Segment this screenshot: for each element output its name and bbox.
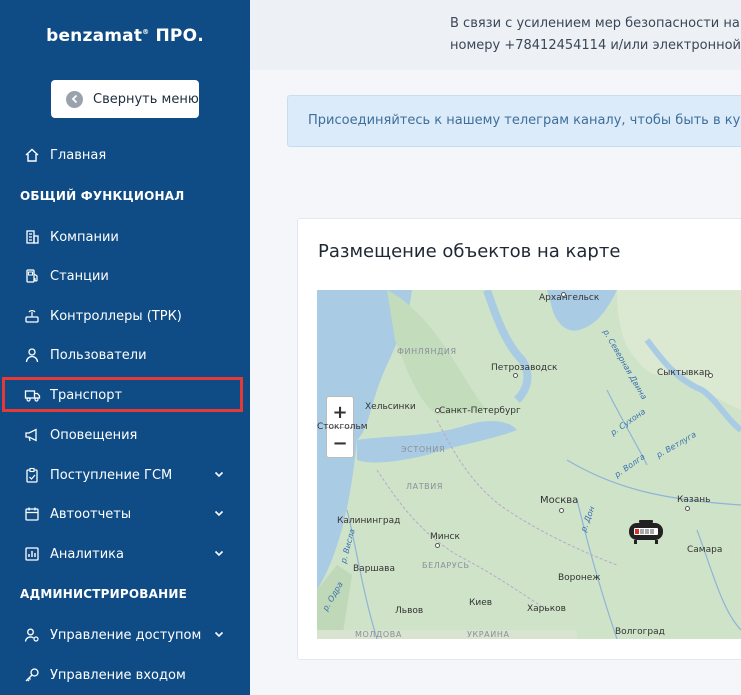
sidebar-item-label: Пользователи (50, 347, 147, 363)
map-city-dot (685, 506, 690, 511)
map-label-city: Стокгольм (317, 422, 368, 432)
sidebar-item-label: Главная (50, 147, 107, 163)
telegram-alert: Присоединяйтесь к нашему телеграм каналу… (287, 95, 741, 147)
sidebar-item-home[interactable]: Главная (0, 139, 250, 171)
calendar-icon (23, 505, 41, 523)
sidebar-item-fuel-receipt[interactable]: Поступление ГСМ (0, 459, 250, 491)
app-logo[interactable]: benzamat® ПРО. (0, 26, 250, 46)
chevron-down-icon (214, 547, 224, 562)
map-label-city: Санкт-Петербург (439, 406, 521, 416)
logo-trademark: ® (142, 28, 150, 36)
logo-suffix: ПРО. (155, 26, 204, 46)
map-card-title: Размещение объектов на карте (318, 241, 621, 262)
sidebar-item-companies[interactable]: Компании (0, 221, 250, 253)
user-icon (23, 346, 41, 364)
banner-text-line-1: В связи с усилением мер безопасности на (450, 16, 740, 31)
megaphone-icon (23, 426, 41, 444)
map-city-dot (708, 373, 713, 378)
clipboard-icon (23, 466, 41, 484)
map-label-country: ЛАТВИЯ (406, 482, 444, 491)
section-header-general: ОБЩИЙ ФУНКЦИОНАЛ (20, 189, 185, 203)
map-label-country: БЕЛАРУСЬ (422, 561, 470, 570)
sidebar-item-label: Управление доступом (50, 627, 202, 643)
map-label-city: Волгоград (615, 627, 665, 637)
chart-icon (23, 545, 41, 563)
sidebar-item-label: Аналитика (50, 546, 124, 562)
sidebar-item-label: Управление входом (50, 667, 186, 683)
key-icon (23, 666, 41, 684)
chevron-down-icon (214, 468, 224, 483)
zoom-out-button[interactable]: − (327, 428, 353, 458)
map-label-country: МОЛДОВА (355, 630, 402, 639)
map-city-dot (435, 543, 440, 548)
map-label-city: Архангельск (539, 293, 600, 303)
sidebar-item-label: Контроллеры (ТРК) (50, 308, 182, 324)
chevron-down-icon (214, 628, 224, 643)
sidebar-item-label: Компании (50, 229, 119, 245)
collapse-menu-label: Свернуть меню (93, 91, 199, 107)
fuel-pump-icon (23, 267, 41, 285)
map-label-city: Харьков (527, 604, 566, 614)
map-base (317, 290, 741, 639)
map-label-city: Варшава (353, 564, 395, 574)
sidebar-item-access-management[interactable]: Управление доступом (0, 619, 250, 651)
sidebar-item-login-management[interactable]: Управление входом (0, 659, 250, 691)
map-view[interactable]: + − Архангельск ФИНЛЯНДИЯ Петрозаводск С… (317, 290, 741, 639)
sidebar-item-stations[interactable]: Станции (0, 260, 250, 292)
map-label-city: Хельсинки (365, 402, 416, 412)
collapse-menu-button[interactable]: Свернуть меню (51, 80, 199, 118)
telegram-alert-text: Присоединяйтесь к нашему телеграм каналу… (308, 113, 741, 128)
security-notice-banner: В связи с усилением мер безопасности на … (250, 0, 741, 70)
sidebar-item-autoreports[interactable]: Автоотчеты (0, 498, 250, 530)
map-city-dot (513, 373, 518, 378)
map-label-city: Самара (687, 545, 723, 555)
map-label-city: Калининград (337, 516, 401, 526)
chevron-down-icon (214, 507, 224, 522)
sidebar-item-label: Оповещения (50, 427, 138, 443)
map-label-city: Киев (469, 598, 493, 608)
sidebar-item-analytics[interactable]: Аналитика (0, 538, 250, 570)
map-label-country: УКРАИНА (467, 630, 510, 639)
tank-marker-icon[interactable] (628, 519, 664, 545)
map-label-city: Москва (540, 495, 579, 506)
sidebar-item-controllers[interactable]: Контроллеры (ТРК) (0, 300, 250, 332)
map-label-city: Петрозаводск (491, 363, 558, 373)
map-city-dot (561, 292, 566, 297)
active-item-highlight (2, 377, 243, 412)
home-icon (23, 146, 41, 164)
map-label-city: Воронеж (558, 573, 601, 583)
section-header-admin: АДМИНИСТРИРОВАНИЕ (20, 587, 187, 601)
user-settings-icon (23, 626, 41, 644)
logo-text: benzamat (46, 26, 143, 46)
map-label-country: ЭСТОНИЯ (401, 445, 446, 454)
banner-text-line-2: номеру +78412454114 и/или электронной (450, 38, 741, 53)
building-icon (23, 228, 41, 246)
sidebar: benzamat® ПРО. Свернуть меню Главная ОБЩ… (0, 0, 250, 695)
map-label-city: Казань (677, 495, 711, 505)
map-label-city: Львов (395, 606, 424, 616)
map-label-city: Минск (430, 532, 460, 542)
router-icon (23, 307, 41, 325)
arrow-left-icon (66, 90, 83, 108)
sidebar-item-label: Поступление ГСМ (50, 467, 173, 483)
map-label-country: ФИНЛЯНДИЯ (397, 347, 457, 356)
sidebar-item-users[interactable]: Пользователи (0, 339, 250, 371)
map-city-dot (559, 508, 564, 513)
map-city-dot (435, 408, 440, 413)
sidebar-item-label: Станции (50, 268, 109, 284)
map-label-city: Сыктывкар (657, 368, 711, 378)
sidebar-item-label: Автоотчеты (50, 506, 132, 522)
sidebar-item-notifications[interactable]: Оповещения (0, 419, 250, 451)
